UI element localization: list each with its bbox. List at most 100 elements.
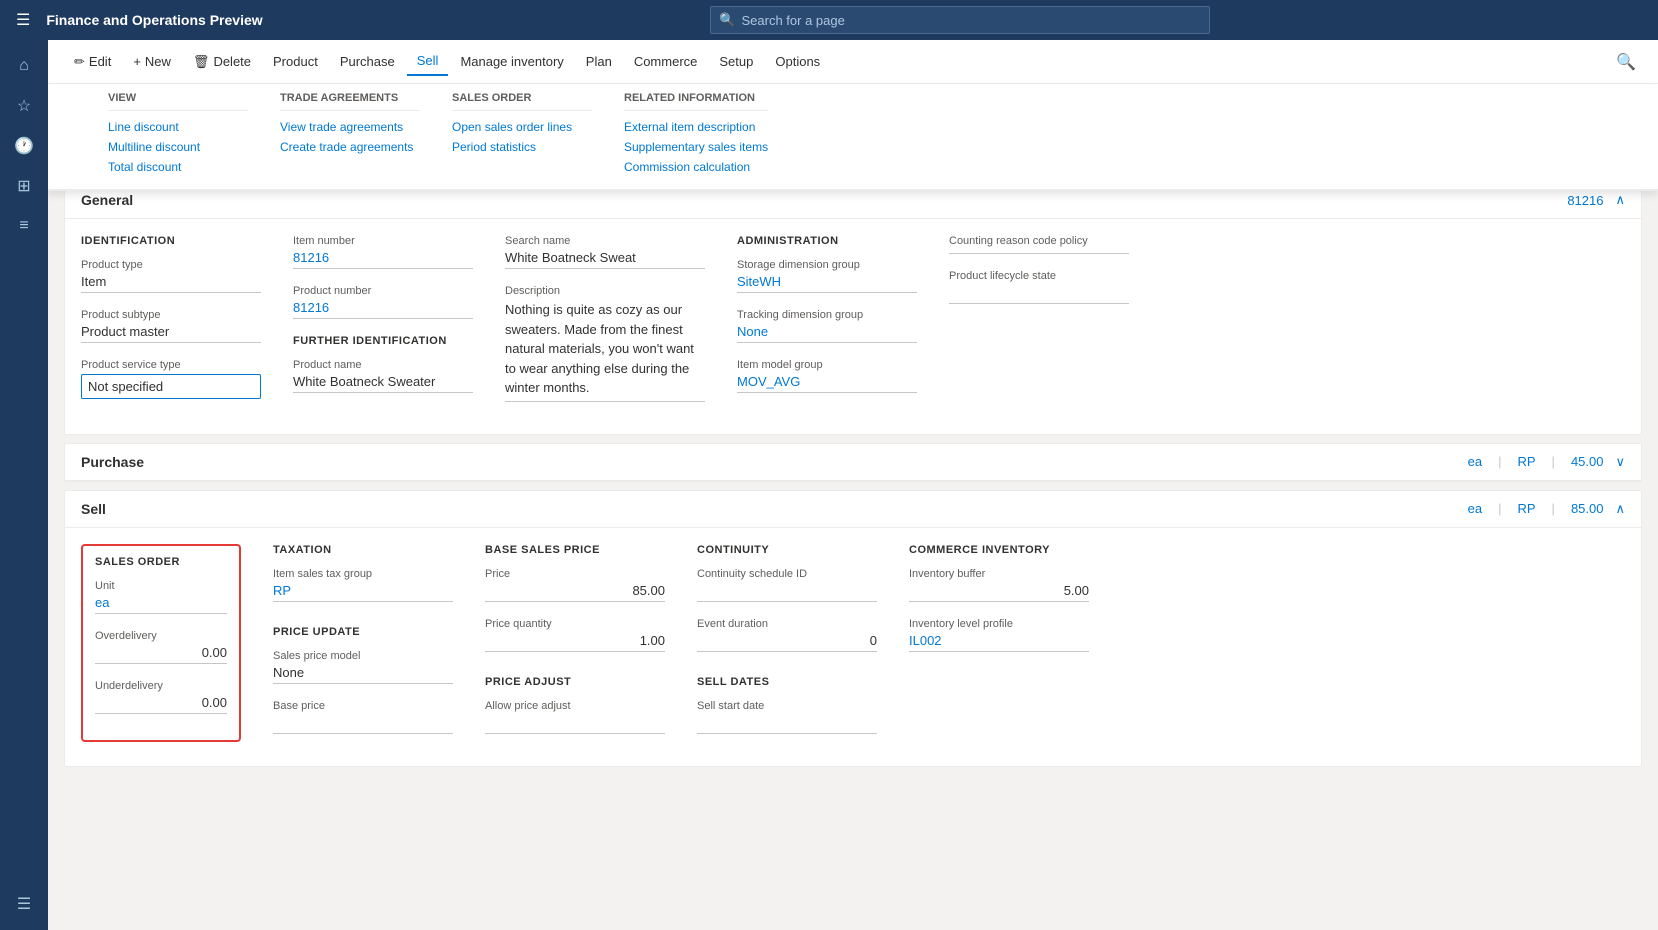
search-placeholder: Search for a page bbox=[742, 13, 845, 28]
sell-currency: RP bbox=[1517, 501, 1535, 516]
sales-order-unit-value[interactable]: ea bbox=[95, 595, 227, 614]
sell-section-controls: ea | RP | 85.00 ∧ bbox=[1468, 501, 1625, 517]
create-trade-agreements-link[interactable]: Create trade agreements bbox=[280, 137, 420, 157]
commission-calculation-link[interactable]: Commission calculation bbox=[624, 157, 768, 177]
command-bar: ✏ Edit + New 🗑 Delete Product Purchase S… bbox=[48, 40, 1658, 84]
item-model-group-value[interactable]: MOV_AVG bbox=[737, 374, 917, 393]
continuity-schedule-value bbox=[697, 583, 877, 602]
total-discount-link[interactable]: Total discount bbox=[108, 157, 248, 177]
multiline-discount-link[interactable]: Multiline discount bbox=[108, 137, 248, 157]
app-title: Finance and Operations Preview bbox=[46, 12, 262, 28]
global-search[interactable]: 🔍 Search for a page bbox=[710, 6, 1210, 34]
item-number-value[interactable]: 81216 bbox=[293, 250, 473, 269]
taxation-title: TAXATION bbox=[273, 544, 453, 556]
open-sales-order-lines-link[interactable]: Open sales order lines bbox=[452, 117, 592, 137]
inventory-buffer-value: 5.00 bbox=[909, 583, 1089, 602]
product-number-field: Product number 81216 bbox=[293, 285, 473, 319]
sidebar-workspaces-icon[interactable]: ⊞ bbox=[6, 168, 42, 204]
product-service-type-input[interactable]: Not specified bbox=[81, 374, 261, 399]
product-number-value[interactable]: 81216 bbox=[293, 300, 473, 319]
price-adjust-title: PRICE ADJUST bbox=[485, 676, 665, 688]
sell-collapse-icon[interactable]: ∧ bbox=[1615, 501, 1625, 517]
sidebar-recent-icon[interactable]: 🕐 bbox=[6, 128, 42, 164]
sell-dates-title: SELL DATES bbox=[697, 676, 877, 688]
purchase-label: Purchase bbox=[340, 54, 395, 69]
inventory-buffer-field: Inventory buffer 5.00 bbox=[909, 568, 1089, 602]
storage-dimension-value[interactable]: SiteWH bbox=[737, 274, 917, 293]
inventory-level-profile-value[interactable]: IL002 bbox=[909, 633, 1089, 652]
counting-group: Counting reason code policy Product life… bbox=[949, 235, 1129, 418]
description-group: Search name White Boatneck Sweat Descrip… bbox=[505, 235, 705, 418]
sidebar-lines-icon[interactable]: ☰ bbox=[6, 886, 42, 922]
sell-button[interactable]: Sell bbox=[407, 47, 449, 76]
sales-order-title: SALES ORDER bbox=[95, 556, 227, 568]
command-search-icon[interactable]: 🔍 bbox=[1610, 46, 1642, 78]
sales-order-unit-field: Unit ea bbox=[95, 580, 227, 614]
line-discount-link[interactable]: Line discount bbox=[108, 117, 248, 137]
taxation-group: TAXATION Item sales tax group RP PRICE U… bbox=[273, 544, 453, 750]
inventory-buffer-label: Inventory buffer bbox=[909, 568, 1089, 580]
commerce-inventory-title: COMMERCE INVENTORY bbox=[909, 544, 1089, 556]
product-button[interactable]: Product bbox=[263, 48, 328, 75]
edit-button[interactable]: ✏ Edit bbox=[64, 48, 121, 76]
plan-button[interactable]: Plan bbox=[576, 48, 622, 75]
purchase-section: Purchase ea | RP | 45.00 ∨ bbox=[64, 443, 1642, 482]
purchase-section-controls: ea | RP | 45.00 ∨ bbox=[1468, 454, 1625, 470]
description-field: Description Nothing is quite as cozy as … bbox=[505, 285, 705, 402]
purchase-collapse-icon[interactable]: ∨ bbox=[1615, 454, 1625, 470]
product-name-value: White Boatneck Sweater bbox=[293, 374, 473, 393]
item-number-group: Item number 81216 Product number 81216 F… bbox=[293, 235, 473, 418]
item-sales-tax-label: Item sales tax group bbox=[273, 568, 453, 580]
product-subtype-field: Product subtype Product master bbox=[81, 309, 261, 343]
overdelivery-value: 0.00 bbox=[95, 645, 227, 664]
search-name-label: Search name bbox=[505, 235, 705, 247]
commerce-button[interactable]: Commerce bbox=[624, 48, 708, 75]
options-button[interactable]: Options bbox=[765, 48, 830, 75]
sell-start-date-label: Sell start date bbox=[697, 700, 877, 712]
base-sales-price-title: BASE SALES PRICE bbox=[485, 544, 665, 556]
product-type-value: Item bbox=[81, 274, 261, 293]
new-button[interactable]: + New bbox=[123, 48, 181, 75]
main-content: ✏ Edit + New 🗑 Delete Product Purchase S… bbox=[48, 40, 1658, 930]
setup-button[interactable]: Setup bbox=[709, 48, 763, 75]
base-price-value bbox=[273, 715, 453, 734]
sidebar-favorites-icon[interactable]: ☆ bbox=[6, 88, 42, 124]
event-duration-field: Event duration 0 bbox=[697, 618, 877, 652]
event-duration-value: 0 bbox=[697, 633, 877, 652]
continuity-group: CONTINUITY Continuity schedule ID Event … bbox=[697, 544, 877, 750]
price-quantity-field: Price quantity 1.00 bbox=[485, 618, 665, 652]
sell-section-header[interactable]: Sell ea | RP | 85.00 ∧ bbox=[65, 491, 1641, 528]
sidebar-modules-icon[interactable]: ≡ bbox=[6, 208, 42, 244]
product-name-field: Product name White Boatneck Sweater bbox=[293, 359, 473, 393]
view-trade-agreements-link[interactable]: View trade agreements bbox=[280, 117, 420, 137]
product-lifecycle-value bbox=[949, 285, 1129, 304]
manage-inventory-button[interactable]: Manage inventory bbox=[450, 48, 573, 75]
price-update-title: PRICE UPDATE bbox=[273, 626, 453, 638]
supplementary-sales-items-link[interactable]: Supplementary sales items bbox=[624, 137, 768, 157]
delete-button[interactable]: 🗑 Delete bbox=[183, 48, 261, 76]
sell-unit: ea bbox=[1468, 501, 1482, 516]
item-sales-tax-value[interactable]: RP bbox=[273, 583, 453, 602]
tracking-dimension-value[interactable]: None bbox=[737, 324, 917, 343]
dropdown-trade-agreements-group: Trade agreements View trade agreements C… bbox=[280, 92, 420, 177]
period-statistics-link[interactable]: Period statistics bbox=[452, 137, 592, 157]
purchase-section-header[interactable]: Purchase ea | RP | 45.00 ∨ bbox=[65, 444, 1641, 481]
hamburger-menu[interactable]: ☰ bbox=[12, 6, 34, 34]
item-number-label: Item number bbox=[293, 235, 473, 247]
administration-group: ADMINISTRATION Storage dimension group S… bbox=[737, 235, 917, 418]
product-number-label: Product number bbox=[293, 285, 473, 297]
general-collapse-icon[interactable]: ∧ bbox=[1615, 192, 1625, 208]
price-quantity-value: 1.00 bbox=[485, 633, 665, 652]
purchase-button[interactable]: Purchase bbox=[330, 48, 405, 75]
delete-icon: 🗑 bbox=[193, 54, 210, 70]
product-subtype-value: Product master bbox=[81, 324, 261, 343]
sales-order-group: SALES ORDER Unit ea Overdelivery 0.00 bbox=[81, 544, 241, 742]
allow-price-adjust-field: Allow price adjust bbox=[485, 700, 665, 734]
sidebar-home-icon[interactable]: ⌂ bbox=[6, 48, 42, 84]
item-model-group-field: Item model group MOV_AVG bbox=[737, 359, 917, 393]
search-name-field: Search name White Boatneck Sweat bbox=[505, 235, 705, 269]
external-item-description-link[interactable]: External item description bbox=[624, 117, 768, 137]
sell-label: Sell bbox=[417, 53, 439, 68]
underdelivery-label: Underdelivery bbox=[95, 680, 227, 692]
inventory-level-profile-field: Inventory level profile IL002 bbox=[909, 618, 1089, 652]
